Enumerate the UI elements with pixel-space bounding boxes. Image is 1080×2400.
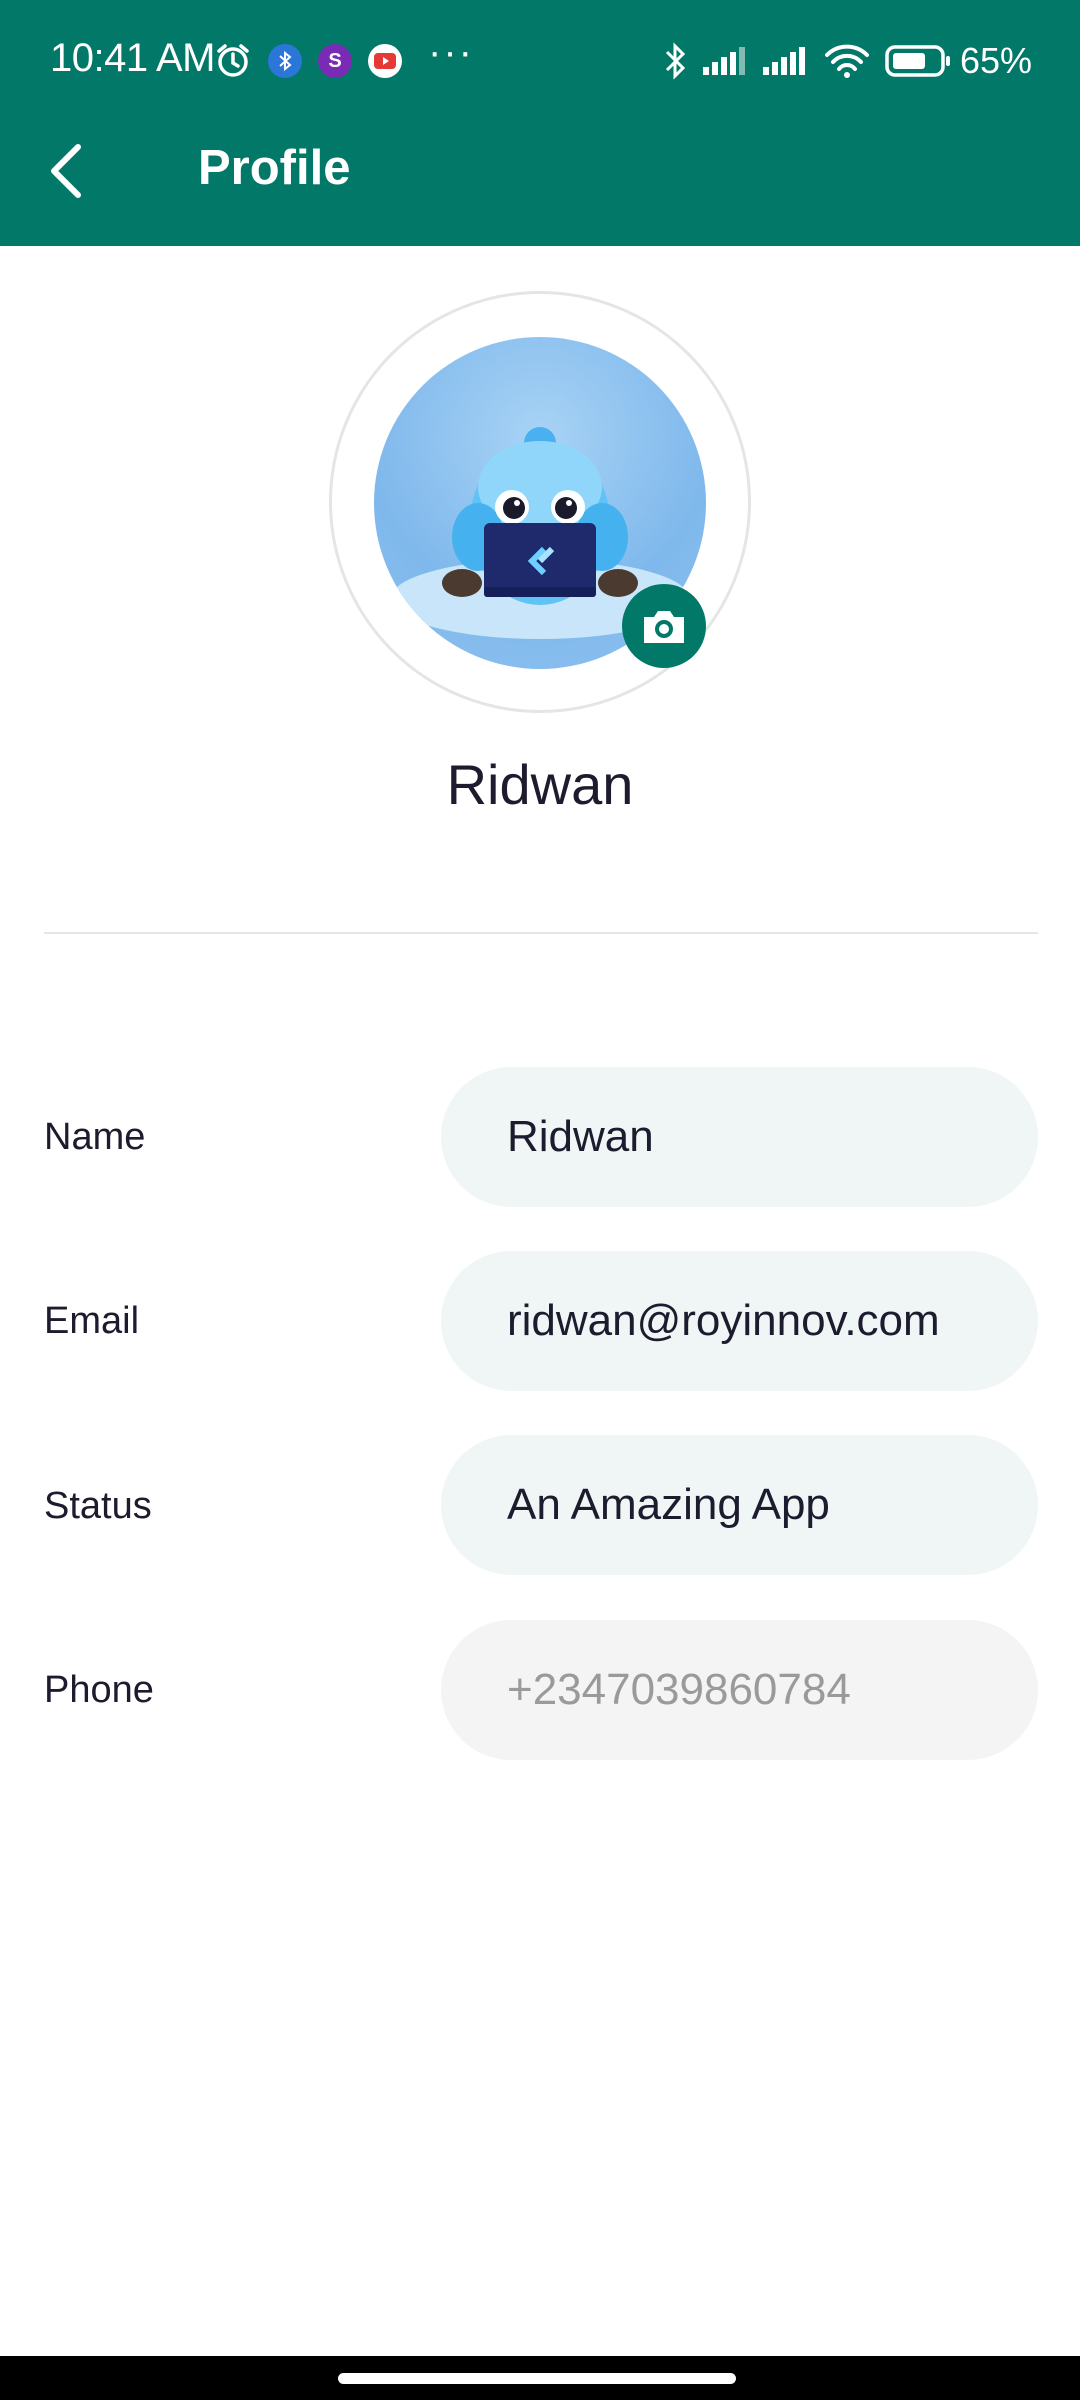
phone-field	[441, 1620, 1038, 1760]
phone-label: Phone	[44, 1669, 154, 1711]
alarm-icon	[214, 42, 252, 80]
name-label: Name	[44, 1116, 146, 1158]
email-label: Email	[44, 1300, 140, 1342]
battery-percent: 65%	[960, 40, 1033, 81]
signal-icon	[760, 42, 812, 80]
home-indicator[interactable]	[338, 2373, 736, 2384]
divider	[44, 932, 1038, 934]
wifi-icon	[822, 42, 872, 80]
change-photo-button[interactable]	[622, 584, 706, 668]
app-bar: 10:41 AM S ··· 65% Profile	[0, 0, 1080, 246]
page-title: Profile	[198, 141, 351, 195]
status-field[interactable]	[441, 1435, 1038, 1575]
bluetooth-icon	[656, 42, 694, 80]
status-label: Status	[44, 1485, 152, 1527]
more-notifications-icon: ···	[428, 30, 474, 74]
bluetooth-notification-icon	[268, 44, 302, 78]
camera-icon	[644, 611, 684, 643]
email-field[interactable]	[441, 1251, 1038, 1391]
s-app-icon: S	[318, 44, 352, 78]
battery-icon	[884, 42, 954, 80]
signal-icon	[700, 42, 752, 80]
youtube-icon	[368, 44, 402, 78]
back-button[interactable]	[36, 136, 96, 206]
profile-display-name: Ridwan	[446, 753, 634, 816]
status-bar: 10:41 AM S ··· 65%	[0, 0, 1080, 120]
name-field[interactable]	[441, 1067, 1038, 1207]
chevron-left-icon	[51, 144, 81, 198]
status-time: 10:41 AM	[50, 36, 216, 80]
